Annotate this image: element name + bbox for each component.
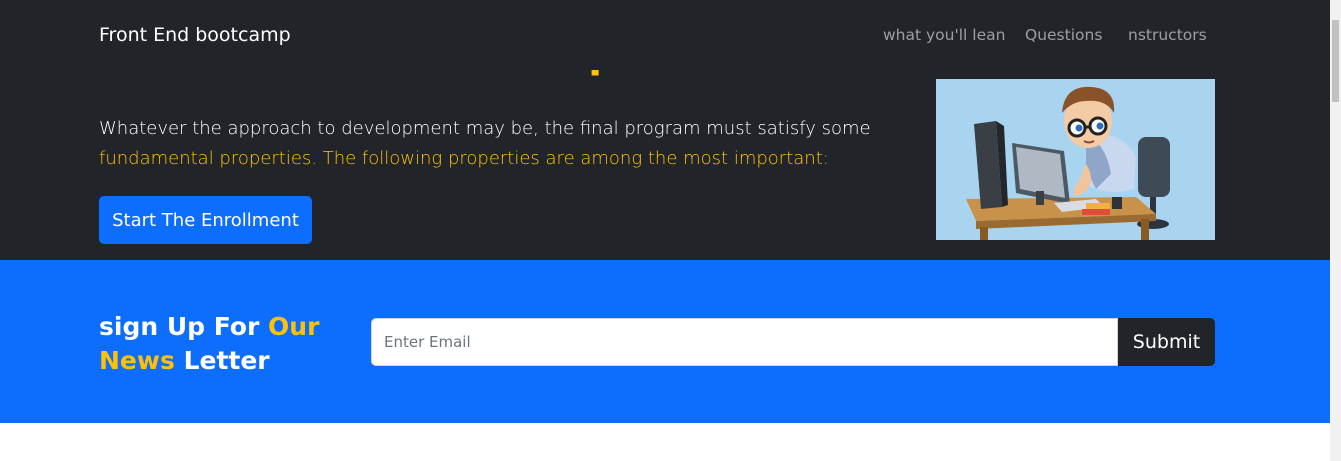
hero-section: Become a web developer Front End bootcam… <box>0 0 1330 260</box>
hero-description: Whatever the approach to development may… <box>99 114 929 174</box>
nav-link-what-youll-learn[interactable]: what you'll lean <box>883 26 1005 44</box>
newsletter-title: sign Up For Our News Letter <box>99 310 349 378</box>
submit-button[interactable]: Submit <box>1118 318 1215 366</box>
nav-link-instructors[interactable]: nstructors <box>1128 26 1207 44</box>
navbar-brand[interactable]: Front End bootcamp <box>99 24 291 46</box>
newsletter-title-accent1: Our <box>268 312 320 341</box>
newsletter-title-part1: sign Up For <box>99 312 269 341</box>
scrollbar-thumb[interactable] <box>1332 20 1339 102</box>
hero-description-accent: fundamental properties. The following pr… <box>99 148 829 169</box>
newsletter-title-part2: Letter <box>174 346 270 375</box>
email-input[interactable] <box>371 318 1118 366</box>
start-enrollment-button[interactable]: Start The Enrollment <box>99 196 312 244</box>
developer-at-computer-illustration <box>936 79 1215 240</box>
newsletter-section: sign Up For Our News Letter Submit <box>0 260 1330 423</box>
navbar: Front End bootcamp what you'll lean Ques… <box>0 0 1330 70</box>
hero-description-plain: Whatever the approach to development may… <box>99 118 871 139</box>
page-scrollbar[interactable] <box>1330 0 1341 461</box>
newsletter-title-accent2: News <box>99 346 175 375</box>
nav-link-questions[interactable]: Questions <box>1025 26 1102 44</box>
